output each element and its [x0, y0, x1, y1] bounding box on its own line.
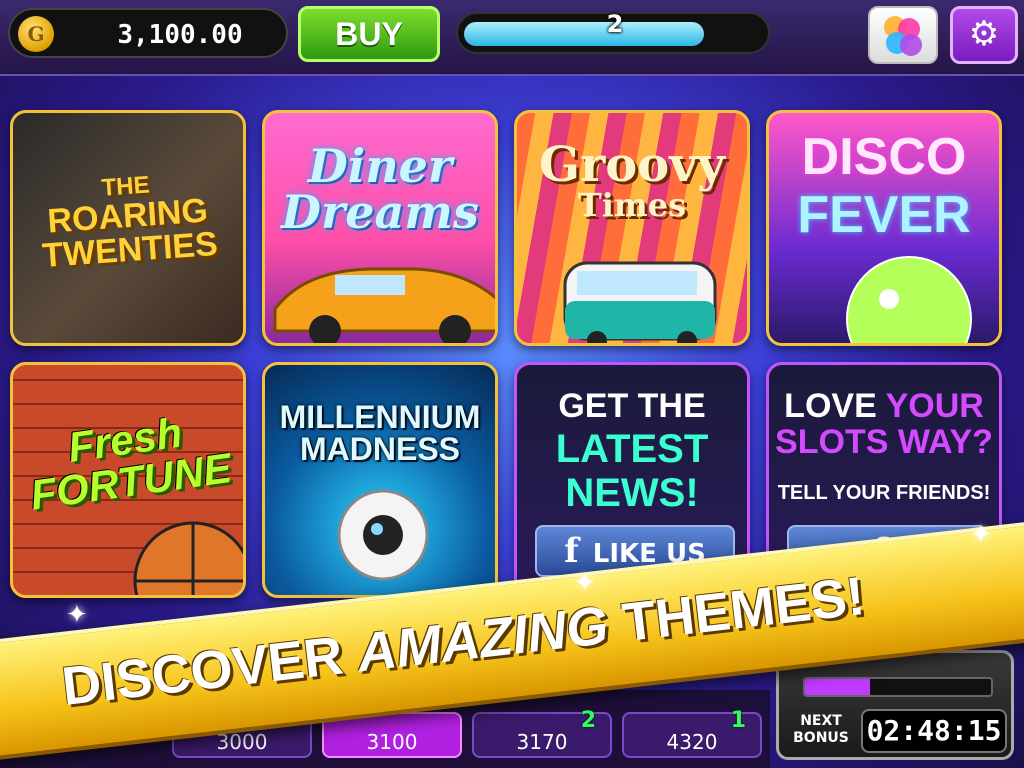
- webcam-illustration: [337, 489, 429, 581]
- theme-title-line: MADNESS: [299, 431, 460, 467]
- news-heading-latest: LATEST: [555, 427, 709, 471]
- next-bonus-label-line: BONUS: [793, 729, 849, 746]
- share-heading-slots-way: SLOTS WAY?: [775, 423, 993, 461]
- coin-icon: G: [18, 16, 54, 52]
- next-bonus-label-line: NEXT: [800, 713, 842, 729]
- bonus-meter: [803, 677, 993, 697]
- theme-title-line: MILLENNIUM: [279, 399, 481, 435]
- theme-title: Groovy Times: [517, 141, 747, 221]
- theme-tile-millennium-madness[interactable]: MILLENNIUM MADNESS: [262, 362, 498, 598]
- banner-word-themes: THEMES!: [619, 565, 868, 654]
- sparkle-icon: ✦: [66, 600, 88, 630]
- basketball-illustration: [133, 521, 243, 595]
- leaderboard-score: 3100: [366, 730, 418, 754]
- game-center-button[interactable]: [868, 6, 938, 64]
- sparkle-icon: ✦: [970, 520, 992, 550]
- theme-title-line: FEVER: [797, 186, 971, 244]
- level-progress-bar: 2: [456, 10, 770, 54]
- share-heading: LOVE YOUR: [769, 389, 999, 423]
- theme-tile-roaring-twenties[interactable]: THE ROARING TWENTIES: [10, 110, 246, 346]
- buy-button[interactable]: BUY: [298, 6, 440, 62]
- theme-title-line: Dreams: [281, 185, 479, 239]
- share-subheading: TELL YOUR FRIENDS!: [777, 482, 991, 504]
- settings-button[interactable]: ⚙: [950, 6, 1018, 64]
- news-heading: GET THE: [558, 387, 706, 425]
- coin-balance: 3,100.00: [117, 20, 243, 50]
- theme-title-line: Diner: [307, 139, 453, 193]
- disco-ball-illustration: [846, 256, 972, 343]
- coin-balance-panel: G 3,100.00: [8, 8, 288, 58]
- theme-title: THE ROARING TWENTIES: [13, 167, 243, 275]
- share-heading-love: LOVE: [784, 387, 877, 425]
- sparkle-icon: ✦: [574, 568, 596, 598]
- facebook-icon: f: [564, 531, 579, 571]
- theme-title-line: DISCO: [801, 128, 967, 186]
- theme-tile-diner-dreams[interactable]: Diner Dreams: [262, 110, 498, 346]
- level-number: 2: [606, 10, 624, 38]
- theme-tile-disco-fever[interactable]: DISCO FEVER: [766, 110, 1002, 346]
- leaderboard-score: 3170: [516, 730, 568, 754]
- news-heading-news: NEWS!: [565, 471, 699, 515]
- theme-tile-fresh-fortune[interactable]: Fresh FORTUNE: [10, 362, 246, 598]
- game-center-icon-dot: [900, 34, 922, 56]
- banner-word-discover: DISCOVER: [58, 625, 347, 717]
- next-bonus-label: NEXT BONUS: [789, 713, 853, 747]
- leaderboard-score: 4320: [666, 730, 718, 754]
- top-bar: G 3,100.00 BUY 2 ⚙: [0, 0, 1024, 76]
- theme-tile-groovy-times[interactable]: Groovy Times: [514, 110, 750, 346]
- share-heading-your: YOUR: [885, 387, 984, 425]
- car-illustration: [273, 267, 495, 343]
- bonus-countdown: 02:48:15: [861, 709, 1007, 753]
- theme-title-line: Times: [577, 186, 687, 224]
- theme-title: MILLENNIUM MADNESS: [265, 401, 495, 465]
- gear-icon: ⚙: [968, 14, 1000, 54]
- van-illustration: [563, 261, 717, 343]
- banner-word-amazing: AMAZING: [354, 595, 612, 684]
- theme-title: Diner Dreams: [265, 143, 495, 235]
- bonus-meter-fill: [805, 679, 871, 695]
- leaderboard-entry[interactable]: 1 4320: [622, 708, 762, 758]
- leaderboard-entry[interactable]: 2 3170: [472, 708, 612, 758]
- theme-title-line: Groovy: [538, 137, 726, 193]
